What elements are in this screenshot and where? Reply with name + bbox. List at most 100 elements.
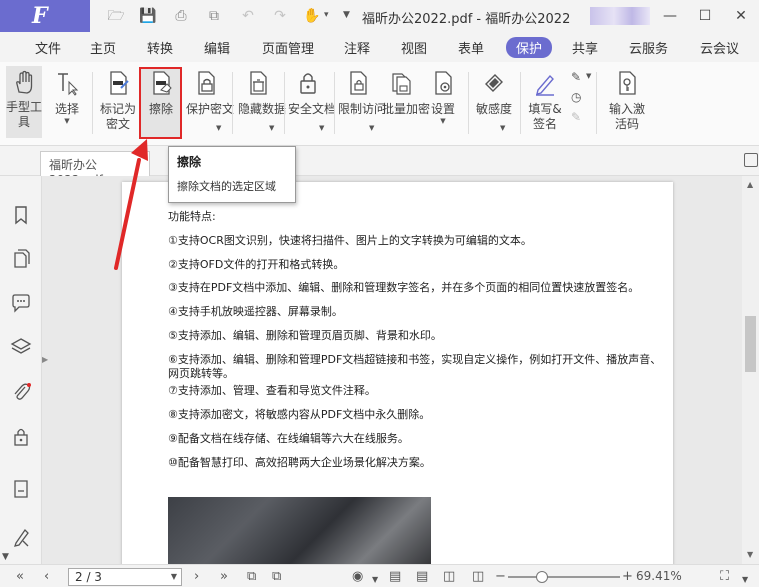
menu-annotate[interactable]: 注释 xyxy=(344,38,370,57)
close-icon[interactable]: ✕ xyxy=(729,4,753,28)
menu-share[interactable]: 共享 xyxy=(572,38,598,57)
timestamp-icon[interactable]: ◷ xyxy=(571,90,581,104)
menu-cloud-service[interactable]: 云服务 xyxy=(629,38,668,57)
quick-access-dropdown-icon[interactable]: ▾ xyxy=(324,10,329,20)
single-page-icon[interactable]: ▤ xyxy=(389,568,401,585)
zoom-out-icon[interactable]: − xyxy=(495,568,506,585)
continuous-page-icon[interactable]: ▤ xyxy=(416,568,428,585)
last-page-icon[interactable]: » xyxy=(220,568,228,585)
prev-view-icon[interactable]: ⧉ xyxy=(247,568,256,585)
new-window-icon[interactable]: ⧉ xyxy=(204,6,224,26)
protect-redact-icon xyxy=(198,71,215,95)
secure-doc-dropdown-icon[interactable]: ▼ xyxy=(319,124,324,132)
zoom-slider[interactable] xyxy=(508,576,620,578)
select-label: 选择 xyxy=(54,102,79,116)
save-icon[interactable]: 💾 xyxy=(138,6,158,26)
menu-edit[interactable]: 编辑 xyxy=(204,38,230,57)
comment-icon[interactable] xyxy=(10,292,32,314)
bookmark-icon[interactable] xyxy=(10,204,32,226)
protect-redact-button[interactable]: 保护密文 ▼ xyxy=(186,66,234,132)
select-dropdown-icon[interactable]: ▼ xyxy=(50,117,84,125)
restrict-access-button[interactable]: 限制访问 ▼ xyxy=(338,66,387,132)
key-doc-icon xyxy=(619,71,636,95)
document-viewport: 功能特点: ①支持OCR图文识别，快速将扫描件、图片上的文字转换为可编辑的文本。… xyxy=(48,176,742,564)
menu-page-manage[interactable]: 页面管理 xyxy=(262,38,314,57)
feature-line: ⑨配备文档在线存储、在线编辑等六大在线服务。 xyxy=(168,432,409,445)
secure-doc-button[interactable]: 安全文档 ▼ xyxy=(288,66,336,132)
user-avatar[interactable] xyxy=(590,7,650,25)
settings-doc-icon xyxy=(435,71,452,95)
menu-cloud-meeting[interactable]: 云会议 xyxy=(700,38,739,57)
menu-protect[interactable]: 保护 xyxy=(506,37,553,58)
redo-icon[interactable]: ↷ xyxy=(270,6,290,26)
scroll-up-icon[interactable]: ▲ xyxy=(747,180,753,189)
fit-dropdown-icon[interactable]: ▼ xyxy=(742,571,748,587)
settings-label: 设置 xyxy=(430,102,455,116)
settings-button[interactable]: 设置 ▼ xyxy=(424,66,462,125)
mark-redact-button[interactable]: 标记为密文 xyxy=(98,66,138,132)
document-icon[interactable] xyxy=(10,478,32,500)
first-page-icon[interactable]: « xyxy=(16,568,24,585)
sensitivity-dropdown-icon[interactable]: ▼ xyxy=(500,124,505,132)
feature-line: ⑩配备智慧打印、高效招聘两大企业场景化解决方案。 xyxy=(168,456,431,469)
protect-redact-dropdown-icon[interactable]: ▼ xyxy=(216,124,221,132)
restrict-access-dropdown-icon[interactable]: ▼ xyxy=(369,124,374,132)
enter-code-button[interactable]: 输入激活码 xyxy=(606,66,648,132)
tooltip-description: 擦除文档的选定区域 xyxy=(177,180,276,193)
tab-options-icon[interactable] xyxy=(744,153,758,167)
view-mode-icon[interactable]: ◉ xyxy=(352,568,363,585)
sidebar-more-icon[interactable]: ▼ xyxy=(2,552,9,562)
scroll-down-icon[interactable]: ▼ xyxy=(747,550,753,559)
tooltip-title: 擦除 xyxy=(177,155,202,169)
tab-document[interactable]: 福昕办公2022.pdf xyxy=(40,151,150,187)
scroll-thumb[interactable] xyxy=(745,316,756,372)
two-page-continuous-icon[interactable]: ◫ xyxy=(472,568,484,585)
next-view-icon[interactable]: ⧉ xyxy=(272,568,281,585)
prev-page-icon[interactable]: ‹ xyxy=(44,568,49,585)
erase-button[interactable]: 擦除 xyxy=(142,66,180,117)
security-lock-icon[interactable] xyxy=(10,426,32,448)
batch-encrypt-button[interactable]: 批量加密 xyxy=(382,66,430,117)
sensitivity-button[interactable]: 敏感度 ▼ xyxy=(474,66,514,132)
page-number-input[interactable]: 2 / 3 ▼ xyxy=(68,568,182,586)
hide-data-button[interactable]: 隐藏数据 ▼ xyxy=(238,66,286,132)
select-button[interactable]: 选择 ▼ xyxy=(50,66,84,125)
hide-data-dropdown-icon[interactable]: ▼ xyxy=(269,124,274,132)
undo-icon[interactable]: ↶ xyxy=(238,6,258,26)
mark-redact-label: 标记为密文 xyxy=(99,102,136,131)
zoom-in-icon[interactable]: + xyxy=(622,568,633,585)
menu-file[interactable]: 文件 xyxy=(35,38,61,57)
vertical-scrollbar[interactable]: ▲ ▼ xyxy=(742,176,759,564)
menu-view[interactable]: 视图 xyxy=(401,38,427,57)
sign-pen-icon[interactable]: ✎ xyxy=(571,70,581,84)
maximize-icon[interactable]: ☐ xyxy=(693,4,717,28)
validate-sign-icon[interactable]: ✎ xyxy=(571,110,581,124)
pages-icon[interactable] xyxy=(10,248,32,270)
open-file-icon[interactable]: 🗁 xyxy=(106,6,126,26)
settings-dropdown-icon[interactable]: ▼ xyxy=(424,117,462,125)
two-page-icon[interactable]: ◫ xyxy=(443,568,455,585)
zoom-slider-thumb[interactable] xyxy=(535,571,548,583)
print-icon[interactable]: ⎙ xyxy=(171,6,191,26)
next-page-icon[interactable]: › xyxy=(194,568,199,585)
restrict-access-label: 限制访问 xyxy=(338,102,387,116)
view-mode-dropdown-icon[interactable]: ▼ xyxy=(372,571,378,587)
left-sidebar: ▼ xyxy=(0,176,42,564)
hand-tool-button[interactable]: 手型工具 xyxy=(6,66,42,138)
sign-icon[interactable] xyxy=(10,526,32,548)
layers-icon[interactable] xyxy=(10,336,32,358)
page-dropdown-icon[interactable]: ▼ xyxy=(171,569,177,585)
feature-line: ④支持手机放映遥控器、屏幕录制。 xyxy=(168,305,343,318)
menu-form[interactable]: 表单 xyxy=(458,38,484,57)
fit-screen-icon[interactable]: ⛶ xyxy=(720,568,729,585)
sign-pen-dropdown-icon[interactable]: ▼ xyxy=(586,72,591,80)
minimize-icon[interactable]: — xyxy=(658,4,682,28)
attachment-icon[interactable] xyxy=(10,381,32,403)
fill-sign-button[interactable]: 填写&签名 xyxy=(524,66,566,132)
menu-convert[interactable]: 转换 xyxy=(147,38,173,57)
menu-home[interactable]: 主页 xyxy=(90,38,116,57)
select-cursor-icon xyxy=(58,73,79,96)
customize-toolbar-icon[interactable]: ▼ xyxy=(343,10,350,20)
zoom-value[interactable]: 69.41% xyxy=(636,568,682,585)
hand-quick-icon[interactable]: ✋ xyxy=(302,6,322,26)
